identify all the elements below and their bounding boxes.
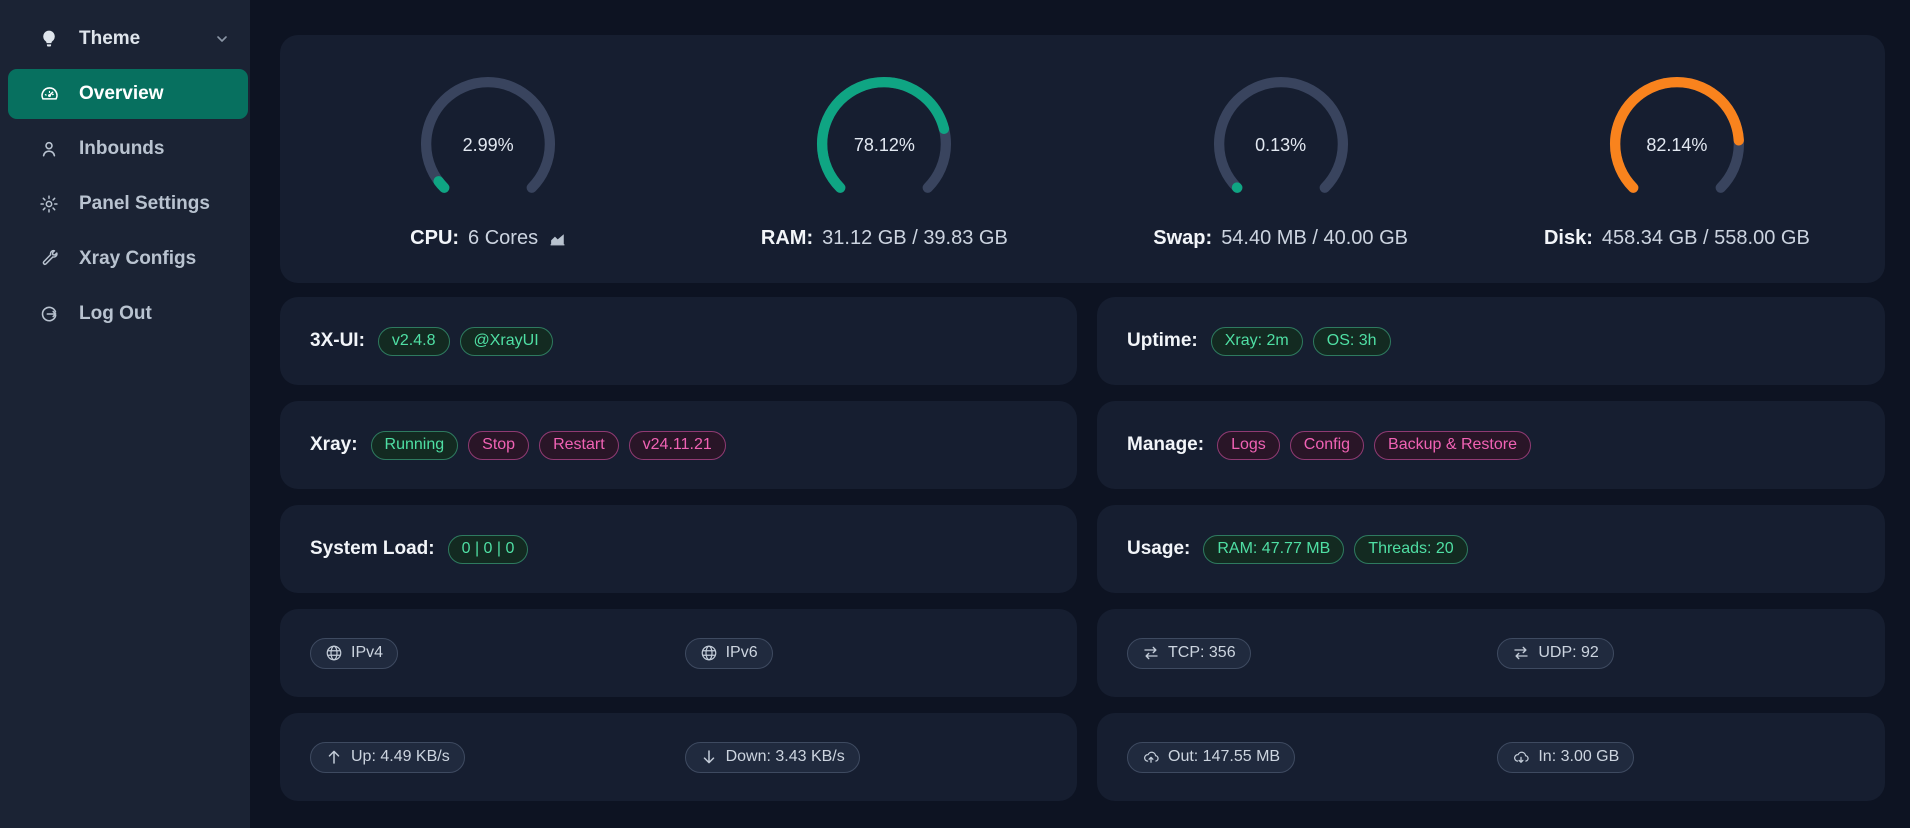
ipv4-text: IPv4 bbox=[351, 644, 383, 662]
sidebar-item-overview[interactable]: Overview bbox=[8, 69, 248, 119]
ipv6-text: IPv6 bbox=[726, 644, 758, 662]
panel-version-badge[interactable]: v2.4.8 bbox=[378, 327, 450, 356]
swap-label: Swap: bbox=[1153, 227, 1212, 250]
panel-version-label: 3X-UI: bbox=[310, 330, 365, 352]
ram-value: 31.12 GB / 39.83 GB bbox=[822, 227, 1008, 250]
logs-button[interactable]: Logs bbox=[1217, 431, 1280, 460]
cloud-upload-icon bbox=[1142, 748, 1160, 766]
sidebar-item-label: Xray Configs bbox=[79, 248, 196, 270]
traffic-out-chip: Out: 147.55 MB bbox=[1127, 742, 1295, 773]
arrow-up-icon bbox=[325, 748, 343, 766]
tcp-chip: TCP: 356 bbox=[1127, 638, 1251, 669]
sidebar: Theme Overview Inbounds Panel Settings X… bbox=[0, 0, 250, 828]
main-content: 2.99% CPU: 6 Cores 78.12% RAM: 31.12 G bbox=[250, 0, 1910, 828]
ram-label: RAM: bbox=[761, 227, 813, 250]
traffic-out-text: Out: 147.55 MB bbox=[1168, 748, 1280, 766]
xray-label: Xray: bbox=[310, 434, 358, 456]
ipv6-chip: IPv6 bbox=[685, 638, 773, 669]
usage-label: Usage: bbox=[1127, 538, 1190, 560]
xray-uptime-badge: Xray: 2m bbox=[1211, 327, 1303, 356]
xray-running-badge: Running bbox=[371, 431, 459, 460]
sidebar-item-label: Overview bbox=[79, 83, 164, 105]
xray-stop-button[interactable]: Stop bbox=[468, 431, 529, 460]
user-icon bbox=[38, 138, 60, 160]
config-button[interactable]: Config bbox=[1290, 431, 1364, 460]
upload-speed-chip: Up: 4.49 KB/s bbox=[310, 742, 465, 773]
globe-icon bbox=[700, 644, 718, 662]
globe-icon bbox=[325, 644, 343, 662]
speed-card: Up: 4.49 KB/s Down: 3.43 KB/s bbox=[280, 713, 1077, 801]
traffic-in-text: In: 3.00 GB bbox=[1538, 748, 1619, 766]
swap-arrows-icon bbox=[1142, 644, 1160, 662]
traffic-in-chip: In: 3.00 GB bbox=[1497, 742, 1634, 773]
threads-badge: Threads: 20 bbox=[1354, 535, 1467, 564]
cpu-label: CPU: bbox=[410, 227, 459, 250]
sidebar-item-label: Panel Settings bbox=[79, 193, 210, 215]
xray-status-card: Xray: Running Stop Restart v24.11.21 bbox=[280, 401, 1077, 489]
cpu-chart-icon[interactable] bbox=[549, 230, 566, 247]
traffic-card: Out: 147.55 MB In: 3.00 GB bbox=[1097, 713, 1885, 801]
connections-card: TCP: 356 UDP: 92 bbox=[1097, 609, 1885, 697]
swap-value: 54.40 MB / 40.00 GB bbox=[1221, 227, 1408, 250]
os-uptime-badge: OS: 3h bbox=[1313, 327, 1391, 356]
wrench-icon bbox=[38, 248, 60, 270]
ip-card: IPv4 IPv6 bbox=[280, 609, 1077, 697]
disk-gauge: 82.14% Disk: 458.34 GB / 558.00 GB bbox=[1479, 69, 1875, 250]
swap-gauge: 0.13% Swap: 54.40 MB / 40.00 GB bbox=[1083, 69, 1479, 250]
swap-arrows-icon bbox=[1512, 644, 1530, 662]
backup-restore-button[interactable]: Backup & Restore bbox=[1374, 431, 1531, 460]
xray-version-badge[interactable]: v24.11.21 bbox=[629, 431, 726, 460]
lightbulb-icon bbox=[38, 28, 60, 50]
swap-percent: 0.13% bbox=[1206, 134, 1356, 155]
sidebar-item-label: Log Out bbox=[79, 303, 152, 325]
udp-chip: UDP: 92 bbox=[1497, 638, 1613, 669]
system-load-badge: 0 | 0 | 0 bbox=[448, 535, 529, 564]
download-speed-chip: Down: 3.43 KB/s bbox=[685, 742, 860, 773]
xray-restart-button[interactable]: Restart bbox=[539, 431, 619, 460]
telegram-channel-badge[interactable]: @XrayUI bbox=[460, 327, 553, 356]
system-load-card: System Load: 0 | 0 | 0 bbox=[280, 505, 1077, 593]
download-speed-text: Down: 3.43 KB/s bbox=[726, 748, 845, 766]
ram-percent: 78.12% bbox=[809, 134, 959, 155]
upload-speed-text: Up: 4.49 KB/s bbox=[351, 748, 450, 766]
panel-version-card: 3X-UI: v2.4.8 @XrayUI bbox=[280, 297, 1077, 385]
tcp-text: TCP: 356 bbox=[1168, 644, 1236, 662]
uptime-label: Uptime: bbox=[1127, 330, 1198, 352]
system-load-label: System Load: bbox=[310, 538, 435, 560]
ram-gauge: 78.12% RAM: 31.12 GB / 39.83 GB bbox=[686, 69, 1082, 250]
info-cards-grid: 3X-UI: v2.4.8 @XrayUI Uptime: Xray: 2m O… bbox=[280, 297, 1885, 801]
disk-value: 458.34 GB / 558.00 GB bbox=[1602, 227, 1810, 250]
theme-label: Theme bbox=[79, 28, 140, 50]
gear-icon bbox=[38, 193, 60, 215]
system-gauges-card: 2.99% CPU: 6 Cores 78.12% RAM: 31.12 G bbox=[280, 35, 1885, 283]
sidebar-item-xray-configs[interactable]: Xray Configs bbox=[0, 234, 250, 284]
sidebar-item-label: Inbounds bbox=[79, 138, 164, 160]
sidebar-item-logout[interactable]: Log Out bbox=[0, 289, 250, 339]
ipv4-chip: IPv4 bbox=[310, 638, 398, 669]
cpu-gauge: 2.99% CPU: 6 Cores bbox=[290, 69, 686, 250]
dashboard-gauge-icon bbox=[38, 83, 60, 105]
usage-card: Usage: RAM: 47.77 MB Threads: 20 bbox=[1097, 505, 1885, 593]
disk-label: Disk: bbox=[1544, 227, 1593, 250]
udp-text: UDP: 92 bbox=[1538, 644, 1598, 662]
chevron-down-icon[interactable] bbox=[214, 31, 230, 47]
disk-percent: 82.14% bbox=[1602, 134, 1752, 155]
cpu-percent: 2.99% bbox=[413, 134, 563, 155]
cpu-value: 6 Cores bbox=[468, 227, 538, 250]
theme-toggle[interactable]: Theme bbox=[0, 14, 250, 64]
arrow-down-icon bbox=[700, 748, 718, 766]
manage-card: Manage: Logs Config Backup & Restore bbox=[1097, 401, 1885, 489]
logout-icon bbox=[38, 303, 60, 325]
sidebar-item-panel-settings[interactable]: Panel Settings bbox=[0, 179, 250, 229]
ram-usage-badge: RAM: 47.77 MB bbox=[1203, 535, 1344, 564]
sidebar-item-inbounds[interactable]: Inbounds bbox=[0, 124, 250, 174]
manage-label: Manage: bbox=[1127, 434, 1204, 456]
uptime-card: Uptime: Xray: 2m OS: 3h bbox=[1097, 297, 1885, 385]
cloud-download-icon bbox=[1512, 748, 1530, 766]
